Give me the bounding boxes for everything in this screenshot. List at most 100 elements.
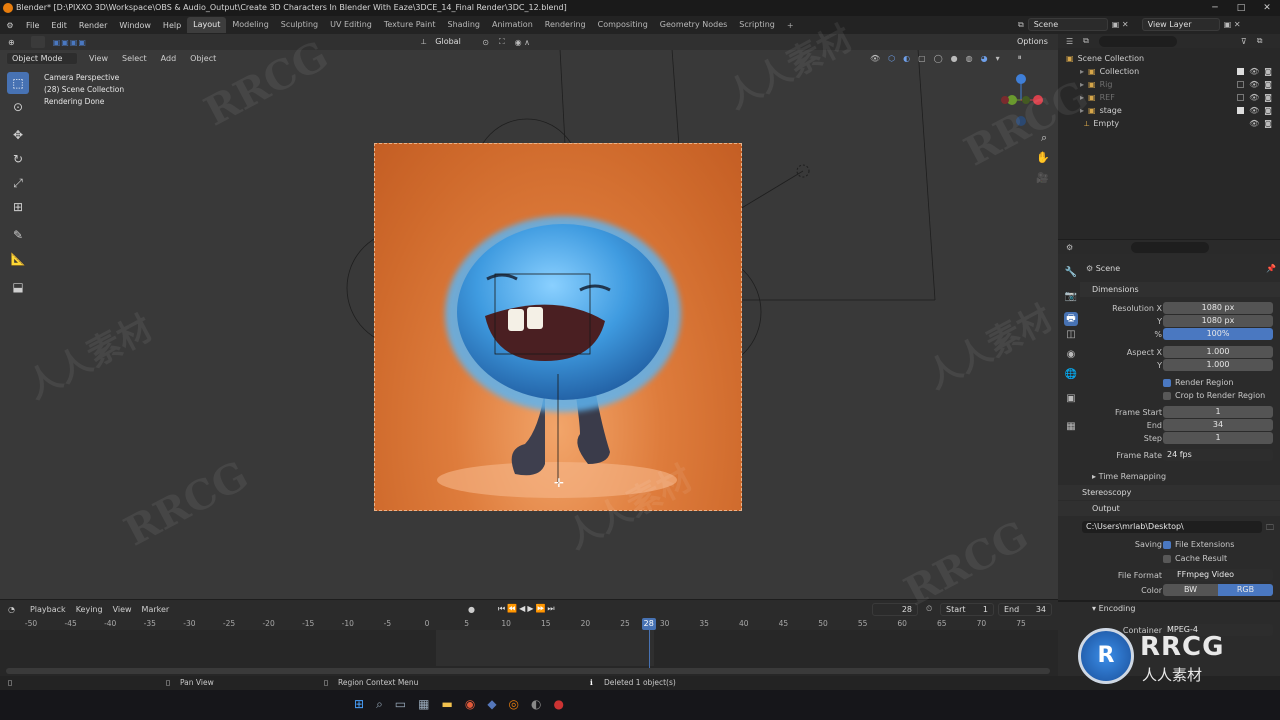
pivot-point-icon[interactable]: ⊙ — [482, 38, 489, 47]
measure-tool-icon[interactable]: 📐 — [7, 248, 29, 270]
output-panel-header[interactable]: Output — [1058, 501, 1280, 516]
widgets-icon[interactable]: ▦ — [418, 697, 429, 712]
aspect-x-field[interactable]: 1.000 — [1163, 346, 1273, 358]
close-button[interactable]: ✕ — [1254, 0, 1280, 16]
cursor-tool-icon[interactable]: ⊙ — [7, 96, 29, 118]
record-icon[interactable]: ● — [468, 605, 475, 614]
time-remapping-header[interactable]: ▸ Time Remapping — [1058, 470, 1280, 483]
eye-icon[interactable]: 👁 — [1249, 78, 1259, 91]
eye-icon[interactable]: 👁 — [1249, 91, 1259, 104]
expand-icon[interactable]: ▸ — [1080, 78, 1084, 91]
timeline-menu-keying[interactable]: Keying — [71, 605, 108, 614]
file-format-dropdown[interactable]: FFmpeg Video — [1163, 569, 1273, 581]
end-frame-field[interactable]: End 34 — [998, 602, 1052, 616]
color-rgb-button[interactable]: RGB — [1218, 584, 1273, 596]
add-workspace-button[interactable]: + — [781, 21, 800, 30]
new-collection-icon[interactable]: ⧉ — [1257, 36, 1263, 46]
viewport-menu-select[interactable]: Select — [115, 54, 154, 63]
tab-shading[interactable]: Shading — [441, 17, 486, 33]
transform-tool-icon[interactable]: ⊞ — [7, 196, 29, 218]
task-view-icon[interactable]: ▭ — [395, 697, 406, 712]
outliner-search-input[interactable] — [1098, 35, 1177, 47]
filter-icon[interactable]: ⊽ — [1241, 37, 1247, 46]
tab-geometry-nodes[interactable]: Geometry Nodes — [654, 17, 733, 33]
viewport-menu-add[interactable]: Add — [154, 54, 184, 63]
timeline-body[interactable] — [0, 630, 1058, 676]
tab-texture-paint[interactable]: Texture Paint — [378, 17, 442, 33]
options-dropdown[interactable]: Options — [1012, 36, 1053, 49]
toggle-sidebar-icon[interactable]: ⏸ — [1018, 53, 1022, 63]
view-layer-selector[interactable]: View Layer — [1141, 18, 1220, 31]
exclude-checkbox[interactable] — [1237, 107, 1245, 114]
tab-compositing[interactable]: Compositing — [592, 17, 654, 33]
viewport-menu-view[interactable]: View — [82, 54, 115, 63]
editor-type-icon[interactable]: ⊕ — [8, 38, 15, 47]
resolution-y-field[interactable]: 1080 px — [1163, 315, 1273, 327]
exclude-checkbox[interactable] — [1237, 94, 1245, 101]
overlay-icon[interactable]: ◐ — [903, 54, 910, 63]
expand-icon[interactable]: ▸ — [1080, 91, 1084, 104]
world-tab-icon[interactable]: 🌐 — [1064, 368, 1078, 382]
texture-tab-icon[interactable]: ▦ — [1064, 420, 1078, 434]
camera-icon[interactable]: ◙ — [1264, 78, 1272, 91]
outliner-item[interactable]: ⟂ Empty 👁 ◙ — [1058, 117, 1280, 130]
file-extensions-checkbox[interactable]: File Extensions — [1163, 538, 1234, 551]
frame-rate-dropdown[interactable]: 24 fps — [1163, 449, 1273, 461]
camera-icon[interactable]: ◙ — [1264, 117, 1272, 130]
stereoscopy-panel-header[interactable]: Stereoscopy — [1058, 485, 1280, 500]
app-icon-2[interactable]: ◐ — [531, 697, 541, 712]
current-frame-field[interactable]: 28 — [872, 602, 918, 616]
expand-icon[interactable]: ▸ — [1080, 65, 1084, 78]
annotate-tool-icon[interactable]: ✎ — [7, 224, 29, 246]
collection-tab-icon[interactable]: ▣ — [1064, 392, 1078, 406]
frame-step-field[interactable]: 1 — [1163, 432, 1273, 444]
timeline-ruler[interactable]: -50 -45 -40 -35 -30 -25 -20 -15 -10 -5 0 5 10 15 20 25 3… — [0, 618, 1058, 630]
start-frame-field[interactable]: Start 1 — [940, 602, 994, 616]
resolution-percentage-slider[interactable]: 100% — [1163, 328, 1273, 340]
tab-layout[interactable]: Layout — [187, 17, 227, 33]
tab-modeling[interactable]: Modeling — [226, 17, 274, 33]
menu-file[interactable]: File — [20, 21, 45, 30]
menu-render[interactable]: Render — [73, 21, 113, 30]
eye-icon[interactable]: 👁 — [1249, 65, 1259, 78]
output-path-field[interactable]: C:\Users\mrlab\Desktop\ — [1082, 521, 1262, 533]
timeline-menu-view[interactable]: View — [108, 605, 137, 614]
outliner-editor-icon[interactable]: ☰ — [1066, 37, 1073, 46]
menu-help[interactable]: Help — [157, 21, 187, 30]
scene-buttons[interactable]: ▣ ✕ — [1112, 20, 1138, 29]
proportional-edit-icon[interactable]: ◉ ∧ — [515, 38, 530, 47]
timeline-menu-marker[interactable]: Marker — [137, 605, 175, 614]
outliner-item[interactable]: ▸ ▣ Rig 👁 ◙ — [1058, 78, 1280, 91]
color-bw-button[interactable]: BW — [1163, 584, 1218, 596]
shading-solid-icon[interactable]: ● — [951, 54, 958, 63]
timeline-editor-icon[interactable]: ◔ — [8, 605, 15, 614]
snapping-icon[interactable]: ⛶ — [499, 37, 505, 47]
tab-rendering[interactable]: Rendering — [539, 17, 592, 33]
rotate-tool-icon[interactable]: ↻ — [7, 148, 29, 170]
resolution-x-field[interactable]: 1080 px — [1163, 302, 1273, 314]
start-menu-icon[interactable]: ⊞ — [354, 697, 364, 712]
selection-mode-icons[interactable]: ▣▣▣▣ — [53, 38, 87, 47]
view-layer-tab-icon[interactable]: ◫ — [1064, 328, 1078, 342]
properties-editor-icon[interactable]: ⚙ — [1066, 243, 1073, 252]
chrome-icon[interactable]: ◉ — [465, 697, 475, 712]
mode-dropdown[interactable]: Object Mode — [6, 51, 78, 65]
gizmo-icon[interactable]: ⬡ — [888, 54, 895, 63]
move-tool-icon[interactable]: ✥ — [7, 124, 29, 146]
frame-start-field[interactable]: 1 — [1163, 406, 1273, 418]
select-tool-icon[interactable] — [30, 36, 45, 48]
render-region-checkbox[interactable]: Render Region — [1058, 376, 1280, 389]
tab-sculpting[interactable]: Sculpting — [275, 17, 324, 33]
render-tab-icon[interactable]: 📷 — [1064, 290, 1078, 304]
file-explorer-icon[interactable]: ▬ — [441, 697, 452, 712]
aspect-y-field[interactable]: 1.000 — [1163, 359, 1273, 371]
visibility-icon[interactable]: 👁 — [870, 54, 880, 63]
tab-animation[interactable]: Animation — [486, 17, 539, 33]
view-layer-buttons[interactable]: ▣ ✕ — [1224, 20, 1241, 29]
outliner-item[interactable]: ▸ ▣ Collection 👁 ◙ — [1058, 65, 1280, 78]
maximize-button[interactable]: □ — [1228, 0, 1254, 16]
tab-uv-editing[interactable]: UV Editing — [324, 17, 378, 33]
add-cube-tool-icon[interactable]: ⬓ — [7, 276, 29, 298]
pin-icon[interactable]: 📌 — [1266, 264, 1276, 273]
transform-orientation-dropdown[interactable]: Global — [430, 36, 478, 49]
